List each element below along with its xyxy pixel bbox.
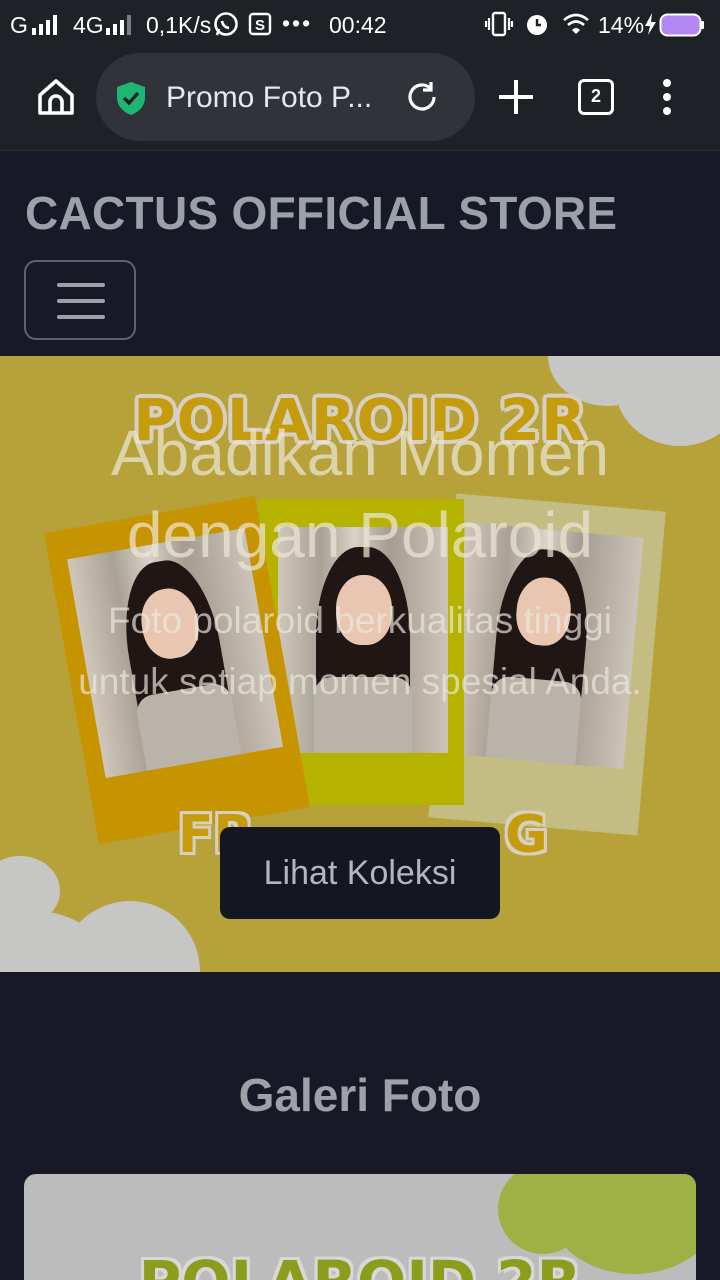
- gallery-photo-card[interactable]: POLAROID 2R: [24, 1174, 696, 1280]
- network-speed: 0,1K/s: [146, 12, 212, 38]
- signal-icon-2: [106, 12, 131, 38]
- vibrate-icon: [484, 11, 514, 42]
- site-navbar: CACTUS OFFICIAL STORE: [0, 152, 720, 356]
- cloud-decoration: [60, 901, 200, 972]
- signal-icon: [32, 12, 57, 38]
- plus-icon[interactable]: [497, 78, 535, 121]
- hamburger-menu-button[interactable]: [24, 260, 136, 340]
- svg-text:S: S: [255, 17, 265, 34]
- hero-subtitle: Foto polaroid berkualitas tinggi untuk s…: [78, 600, 642, 702]
- tab-title: Promo Foto P...: [166, 81, 373, 114]
- gallery-card-deco-title: POLAROID 2R: [24, 1248, 696, 1280]
- shield-check-icon: [114, 80, 148, 121]
- charging-icon: [643, 12, 657, 41]
- brand-logo[interactable]: CACTUS OFFICIAL STORE: [25, 186, 617, 240]
- wifi-icon: [562, 13, 590, 40]
- whatsapp-icon: [213, 11, 239, 42]
- menu-icon-line: [57, 315, 105, 319]
- alarm-icon: [524, 11, 550, 42]
- carrier-label: G: [10, 12, 28, 38]
- tabs-button[interactable]: 2: [578, 79, 614, 115]
- more-vert-icon[interactable]: [660, 78, 674, 121]
- address-bar[interactable]: Promo Foto P...: [96, 53, 475, 141]
- clock: 00:42: [329, 12, 387, 38]
- battery-icon: [659, 13, 705, 42]
- status-bar: G 4G 0,1K/s S ••• 00:42 14%: [0, 0, 720, 50]
- view-collection-button[interactable]: Lihat Koleksi: [220, 827, 500, 919]
- hero-title: Abadikan Momen dengan Polaroid: [110, 417, 610, 571]
- browser-toolbar: Promo Foto P... 2: [0, 50, 720, 151]
- menu-icon-line: [57, 299, 105, 303]
- menu-icon-line: [57, 283, 105, 287]
- gallery-heading: Galeri Foto: [238, 1069, 482, 1121]
- home-icon[interactable]: [36, 77, 76, 122]
- more-dots-icon: •••: [282, 10, 313, 36]
- s-app-icon: S: [248, 12, 272, 41]
- banner-deco-bottom-right: G: [505, 805, 548, 865]
- network-type: 4G: [73, 12, 104, 38]
- reload-icon[interactable]: [404, 79, 440, 120]
- battery-percent: 14%: [598, 12, 645, 38]
